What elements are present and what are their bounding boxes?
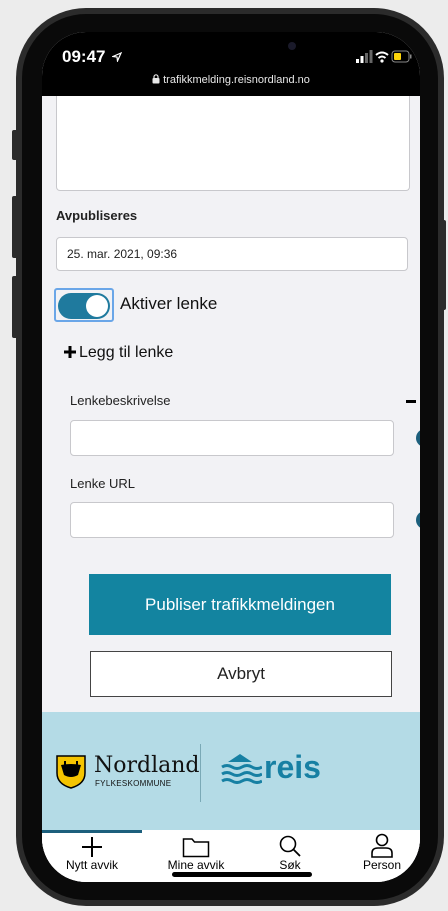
link-description-input[interactable] xyxy=(70,420,394,456)
url-text: trafikkmelding.reisnordland.no xyxy=(163,74,310,86)
volume-up-button xyxy=(12,196,18,258)
unpublish-date-input[interactable]: 25. mar. 2021, 09:36 xyxy=(56,237,408,271)
link-url-label: Lenke URL xyxy=(70,476,136,491)
tab-nytt-avvik[interactable]: Nytt avvik xyxy=(50,830,134,882)
folder-icon xyxy=(182,838,210,858)
add-link-label: Legg til lenke xyxy=(79,344,174,361)
screen: 09:47 trafikkmelding.reisnordland.no Avp… xyxy=(42,32,420,882)
link-toggle[interactable] xyxy=(54,288,114,322)
notch xyxy=(192,32,342,62)
toggle-track xyxy=(58,293,110,319)
volume-down-button xyxy=(12,276,18,338)
plus-icon xyxy=(82,837,102,857)
tab-label: Person xyxy=(362,858,402,872)
location-arrow-icon xyxy=(110,51,123,64)
tab-person[interactable]: Person xyxy=(350,830,414,882)
unpublish-label: Avpubliseres xyxy=(56,208,138,223)
person-icon xyxy=(371,833,393,858)
tab-label: Søk xyxy=(279,858,301,872)
form-content: Avpubliseres 25. mar. 2021, 09:36 Aktive… xyxy=(42,96,420,882)
address-bar: trafikkmelding.reisnordland.no xyxy=(42,74,420,86)
status-time: 09:47 xyxy=(62,47,106,66)
link-description-label: Lenkebeskrivelse xyxy=(70,393,171,408)
mute-switch xyxy=(12,130,18,160)
power-button xyxy=(440,220,446,310)
nordland-subtitle: FYLKESKOMMUNE xyxy=(95,779,172,788)
publish-button[interactable]: Publiser trafikkmeldingen xyxy=(89,574,391,635)
help-icon[interactable]: ? xyxy=(416,511,420,529)
cancel-button[interactable]: Avbryt xyxy=(90,651,392,697)
nordland-shield-logo xyxy=(56,755,86,789)
signal-icon xyxy=(356,50,373,63)
search-icon xyxy=(279,835,301,857)
footer-logos: Nordland FYLKESKOMMUNE reis xyxy=(42,712,420,830)
logo-divider xyxy=(200,744,201,802)
unpublish-date-value: 25. mar. 2021, 09:36 xyxy=(67,247,178,261)
plus-icon xyxy=(64,346,76,358)
tab-label: Nytt avvik xyxy=(65,858,118,872)
message-textarea[interactable] xyxy=(56,96,410,191)
link-url-input[interactable] xyxy=(70,502,394,538)
toggle-knob xyxy=(86,295,108,317)
add-link-button[interactable]: Legg til lenke xyxy=(64,344,173,362)
camera-icon xyxy=(288,42,296,50)
remove-link-icon[interactable] xyxy=(406,400,416,403)
battery-icon xyxy=(391,50,412,63)
reis-name: reis xyxy=(264,749,321,785)
clock: 09:47 xyxy=(62,47,123,67)
nordland-name: Nordland xyxy=(94,753,200,778)
tab-label: Mine avvik xyxy=(167,858,225,872)
home-indicator xyxy=(172,872,312,877)
wifi-icon xyxy=(375,51,389,63)
toggle-label: Aktiver lenke xyxy=(120,294,218,313)
lock-icon xyxy=(152,74,160,84)
reis-wave-logo xyxy=(221,754,262,784)
status-bar: 09:47 trafikkmelding.reisnordland.no xyxy=(42,32,420,96)
status-icons xyxy=(356,50,412,69)
help-icon[interactable]: ? xyxy=(416,429,420,447)
